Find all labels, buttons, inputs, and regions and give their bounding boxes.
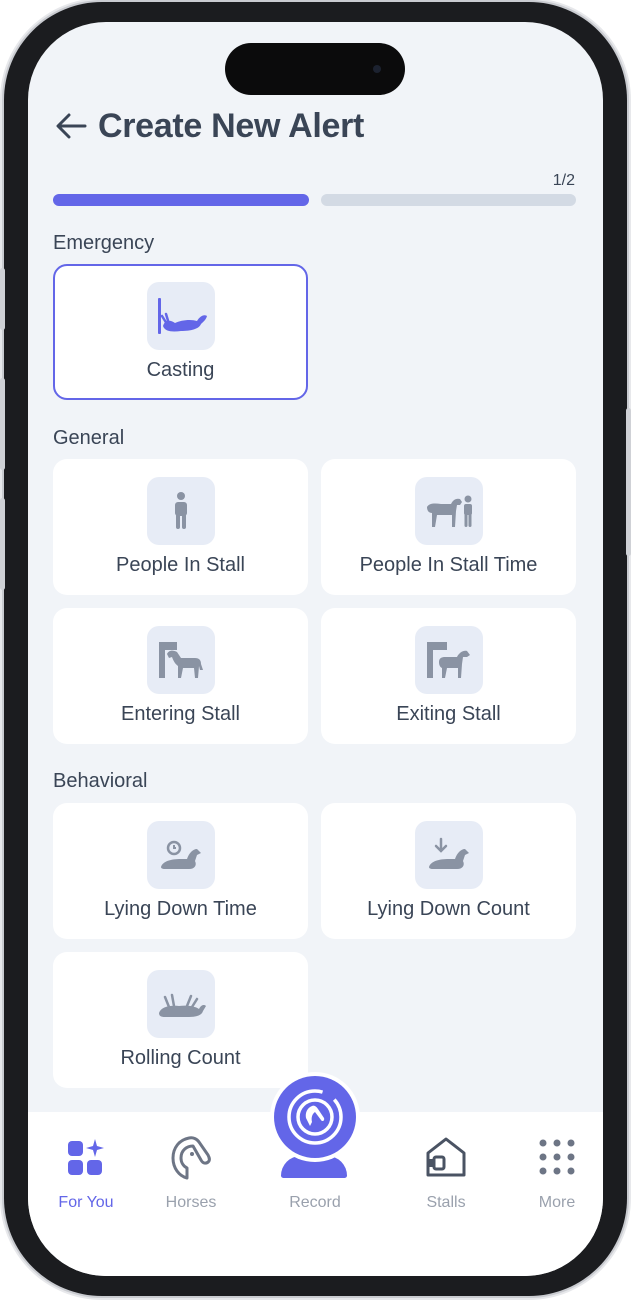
alert-card-label: People In Stall Time: [359, 554, 538, 576]
tab-label-record: Record: [289, 1194, 341, 1211]
tab-label: More: [538, 1194, 576, 1211]
alert-card-lying-down-time[interactable]: Lying Down Time: [53, 803, 308, 939]
dynamic-island: [225, 43, 405, 95]
dots-grid-icon: [539, 1139, 575, 1175]
tab-more[interactable]: More: [507, 1134, 603, 1212]
horse-with-person-icon: [426, 495, 472, 527]
power-button: [626, 408, 631, 556]
person-icon: [174, 492, 187, 529]
horse-lying-time-icon: [160, 840, 201, 869]
alert-card-label: Rolling Count: [120, 1047, 241, 1069]
alert-card-label: Entering Stall: [121, 703, 240, 725]
icon-tile: [414, 821, 483, 889]
camera-horse-icon: [287, 1089, 343, 1145]
horse-entering-stall-icon: [158, 642, 203, 678]
header: Create New Alert: [54, 104, 364, 148]
alert-card-label: Lying Down Time: [104, 898, 257, 920]
tab-stalls[interactable]: Stalls: [396, 1134, 496, 1212]
horse-rolling-icon: [158, 993, 206, 1017]
section-label-behavioral: Behavioral: [53, 770, 148, 792]
back-button[interactable]: [54, 109, 88, 143]
alert-card-rolling-count[interactable]: Rolling Count: [53, 952, 308, 1088]
horse-exiting-stall-icon: [426, 642, 470, 678]
progress-bar: [53, 194, 576, 206]
tab-label: Stalls: [426, 1194, 466, 1211]
volume-up-button: [0, 378, 5, 470]
tab-label: For You: [58, 1194, 114, 1211]
silent-switch: [0, 268, 5, 330]
volume-down-button: [0, 498, 5, 590]
section-label-general: General: [53, 427, 125, 449]
progress-segment-complete: [53, 194, 309, 206]
stall-house-icon: [426, 1137, 466, 1177]
progress-segment-remaining: [320, 194, 576, 206]
tab-horses[interactable]: Horses: [141, 1134, 241, 1212]
alert-card-people-in-stall[interactable]: People In Stall: [53, 459, 308, 595]
horse-head-icon: [171, 1136, 211, 1180]
page-title: Create New Alert: [98, 106, 365, 145]
arrow-left-icon: [56, 113, 87, 139]
icon-tile: [414, 626, 483, 694]
icon-tile: [146, 970, 215, 1038]
tab-for-you[interactable]: For You: [36, 1134, 136, 1212]
app-screen: Create New Alert 1/2 Emergency Casting G…: [28, 22, 603, 1276]
grid-sparkle-icon: [68, 1139, 104, 1175]
icon-tile: [414, 477, 483, 545]
horse-casting-icon: [157, 298, 207, 334]
icon-tile: [146, 626, 215, 694]
step-indicator: 1/2: [552, 172, 575, 189]
alert-card-label: Casting: [146, 359, 215, 381]
record-button[interactable]: [270, 1072, 360, 1162]
alert-card-people-in-stall-time[interactable]: People In Stall Time: [321, 459, 576, 595]
alert-card-lying-down-count[interactable]: Lying Down Count: [321, 803, 576, 939]
tab-label: Horses: [165, 1194, 217, 1211]
alert-card-label: Lying Down Count: [367, 898, 530, 920]
alert-card-entering-stall[interactable]: Entering Stall: [53, 608, 308, 744]
alert-card-casting[interactable]: Casting: [53, 264, 308, 400]
icon-tile: [146, 821, 215, 889]
icon-tile: [146, 477, 215, 545]
icon-tile: [146, 282, 215, 350]
section-label-emergency: Emergency: [53, 232, 155, 254]
alert-card-label: Exiting Stall: [396, 703, 501, 725]
alert-card-exiting-stall[interactable]: Exiting Stall: [321, 608, 576, 744]
alert-card-label: People In Stall: [116, 554, 245, 576]
horse-lying-count-icon: [428, 837, 469, 869]
